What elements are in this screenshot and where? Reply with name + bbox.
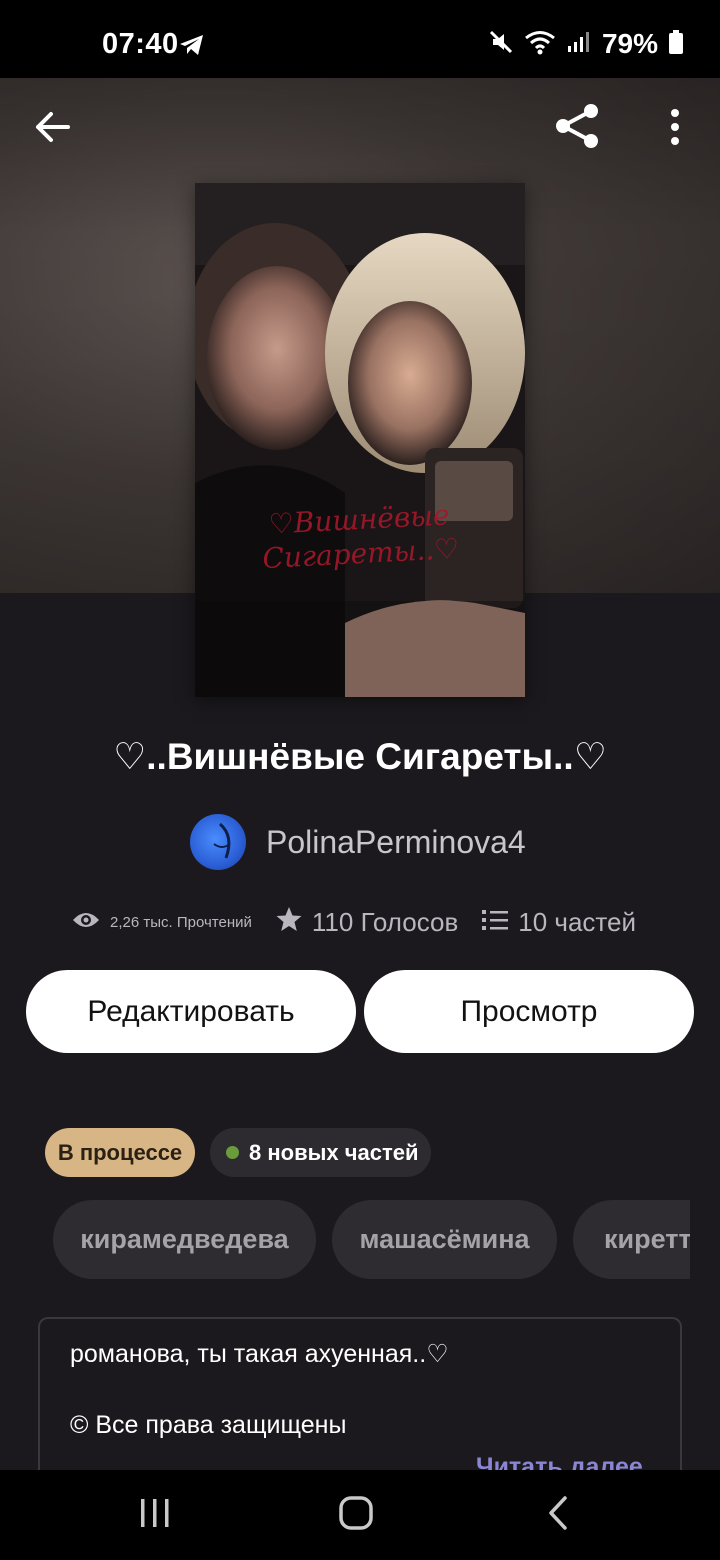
back-button[interactable] bbox=[28, 104, 78, 154]
telegram-icon bbox=[179, 34, 205, 61]
system-back-button[interactable] bbox=[513, 1470, 603, 1560]
home-icon bbox=[338, 1495, 374, 1536]
status-bar: 07:40 79% bbox=[0, 0, 720, 78]
mute-icon bbox=[488, 29, 514, 60]
cover-title-text: ♡Вишнёвые Сигареты..♡ bbox=[261, 498, 461, 576]
chevron-left-icon bbox=[546, 1495, 570, 1536]
story-cover[interactable]: ♡Вишнёвые Сигареты..♡ bbox=[195, 183, 525, 697]
author-name: PolinaPerminova4 bbox=[266, 823, 526, 860]
avatar bbox=[190, 814, 246, 870]
tag-chip[interactable]: машасёмина bbox=[332, 1200, 557, 1279]
tag-chip[interactable]: кирамедведева bbox=[53, 1200, 316, 1279]
wifi-icon bbox=[524, 29, 556, 60]
votes-count: 110 Голосов bbox=[311, 906, 459, 937]
story-title: ♡..Вишнёвые Сигареты..♡ bbox=[113, 736, 607, 777]
more-options-button[interactable] bbox=[660, 104, 690, 154]
reads-count: 2,26 тыс. Прочтений bbox=[110, 913, 252, 931]
status-icons: 79% bbox=[488, 28, 684, 60]
cover-image bbox=[195, 183, 525, 697]
home-button[interactable] bbox=[311, 1470, 401, 1560]
recent-apps-button[interactable] bbox=[110, 1470, 200, 1560]
edit-button[interactable]: Редактировать bbox=[26, 970, 356, 1053]
share-button[interactable] bbox=[551, 102, 603, 154]
signal-icon bbox=[566, 30, 592, 59]
new-parts-label: 8 новых частей bbox=[249, 1139, 419, 1165]
story-description: романова, ты такая ахуенная..♡ © Все пра… bbox=[38, 1317, 682, 1470]
copyright-text: © Все права защищены bbox=[70, 1411, 347, 1439]
more-vertical-icon bbox=[670, 108, 680, 150]
status-time: 07:40 bbox=[102, 28, 179, 60]
new-dot-icon bbox=[226, 1146, 239, 1159]
eye-icon bbox=[72, 910, 100, 934]
story-stats: 2,26 тыс. Прочтений 110 Голосов 10 часте… bbox=[72, 896, 636, 948]
recent-apps-icon bbox=[139, 1497, 171, 1534]
reads-stat: 2,26 тыс. Прочтений bbox=[72, 910, 252, 934]
read-more-link[interactable]: Читать далее bbox=[476, 1453, 643, 1470]
list-icon bbox=[482, 907, 509, 938]
author-link[interactable]: PolinaPerminova4 bbox=[190, 814, 526, 870]
parts-count: 10 частей bbox=[518, 906, 637, 937]
parts-stat: 10 частей bbox=[482, 907, 636, 938]
tag-chip[interactable]: киретт bbox=[573, 1200, 690, 1279]
preview-button[interactable]: Просмотр bbox=[364, 970, 694, 1053]
battery-percent: 79% bbox=[601, 28, 658, 59]
new-parts-badge: 8 новых частей bbox=[210, 1128, 431, 1177]
description-text: романова, ты такая ахуенная..♡ bbox=[70, 1340, 449, 1368]
votes-stat: 110 Голосов bbox=[276, 906, 458, 939]
status-badge: В процессе bbox=[45, 1128, 195, 1177]
back-arrow-icon bbox=[35, 111, 71, 148]
system-nav-bar bbox=[0, 1470, 720, 1560]
star-icon bbox=[276, 906, 302, 939]
share-icon bbox=[553, 102, 601, 155]
battery-icon bbox=[668, 29, 684, 60]
tag-list: кирамедведева машасёмина киретт bbox=[53, 1200, 690, 1279]
